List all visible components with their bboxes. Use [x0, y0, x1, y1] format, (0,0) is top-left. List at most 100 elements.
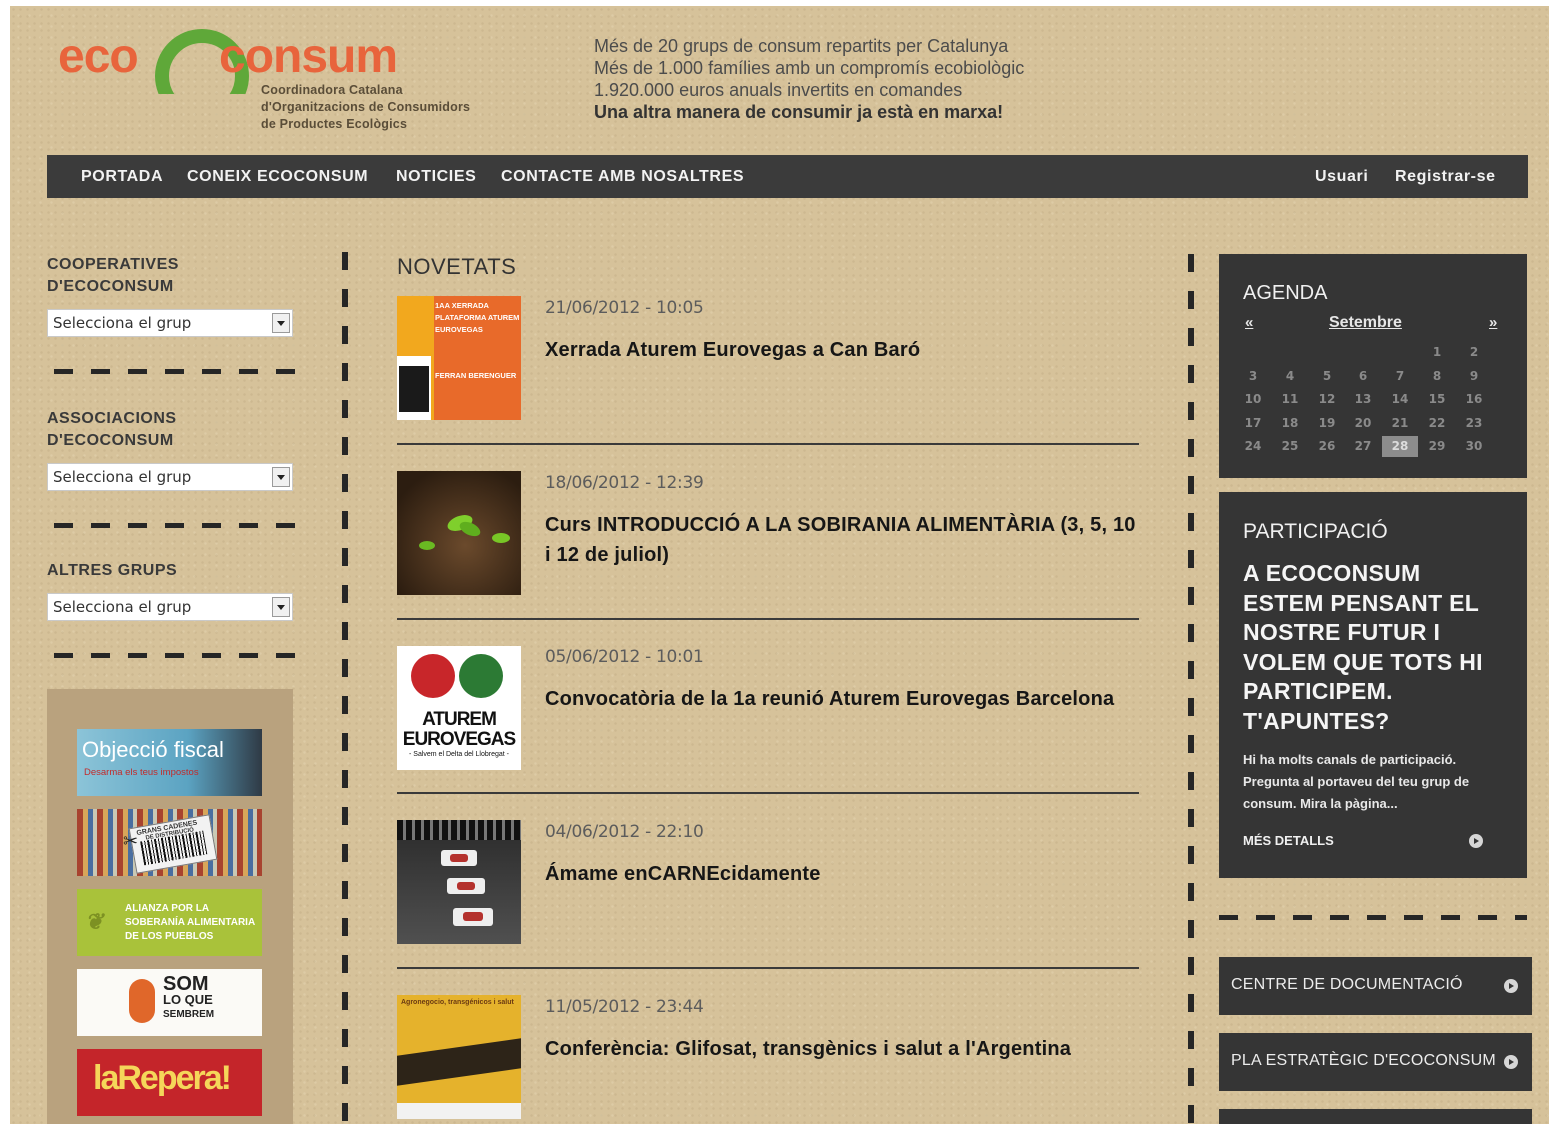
dashed-divider: [54, 653, 299, 658]
chevron-down-icon[interactable]: [272, 467, 290, 487]
calendar-next-month[interactable]: »: [1489, 314, 1497, 331]
calendar-day[interactable]: 27: [1345, 436, 1381, 457]
more-link-box[interactable]: [1219, 1109, 1532, 1124]
news-date: 05/06/2012 - 10:01: [545, 647, 704, 667]
dashed-divider: [54, 523, 299, 528]
calendar-day[interactable]: 21: [1382, 413, 1418, 434]
banner-som-lo-que-sembrem[interactable]: SOM LO QUE SEMBREM: [77, 969, 262, 1036]
calendar-month[interactable]: Setembre: [1329, 314, 1402, 332]
seed-icon: [129, 979, 155, 1023]
sidebar-heading-cooperatives: COOPERATIVES D'ECOCONSUM: [47, 254, 307, 298]
news-title[interactable]: Curs INTRODUCCIÓ A LA SOBIRANIA ALIMENTÀ…: [545, 510, 1145, 570]
nav-registrar[interactable]: Registrar-se: [1395, 168, 1496, 186]
tray: [453, 908, 493, 926]
calendar-day[interactable]: 14: [1382, 389, 1418, 410]
machine-rail: [397, 820, 521, 840]
banner-text: SOM LO QUE SEMBREM: [163, 973, 215, 1020]
news-separator: [397, 618, 1139, 620]
news-thumb-xerrada[interactable]: 1AA XERRADA PLATAFORMA ATUREM EUROVEGAS …: [397, 296, 521, 420]
calendar-day[interactable]: 8: [1419, 366, 1455, 387]
banner-alianza-soberania[interactable]: ❦ ALIANZA POR LA SOBERANÍA ALIMENTARIA D…: [77, 889, 262, 956]
link-label: PLA ESTRATÈGIC D'ECOCONSUM: [1231, 1052, 1496, 1069]
arrow-right-circle-icon: [1504, 979, 1518, 993]
centre-documentacio-link[interactable]: CENTRE DE DOCUMENTACIÓ: [1219, 957, 1532, 1015]
calendar-day[interactable]: 22: [1419, 413, 1455, 434]
heading-line: D'ECOCONSUM: [47, 432, 174, 449]
calendar-day[interactable]: 10: [1235, 389, 1271, 410]
news-thumb-glifosat[interactable]: Agronegocio, transgénicos i salut: [397, 995, 521, 1119]
news-title[interactable]: Xerrada Aturem Eurovegas a Can Baró: [545, 335, 1145, 365]
sprout-leaf: [457, 518, 483, 540]
calendar-day[interactable]: 6: [1345, 366, 1381, 387]
cooperatives-select[interactable]: Selecciona el grup: [47, 309, 293, 337]
poker-chip-icon: [411, 654, 455, 698]
calendar-day[interactable]: 29: [1419, 436, 1455, 457]
calendar-day[interactable]: 5: [1309, 366, 1345, 387]
scissors-icon: ✂: [123, 831, 139, 851]
calendar-day[interactable]: 12: [1309, 389, 1345, 410]
calendar-day[interactable]: 24: [1235, 436, 1271, 457]
tagline-3: 1.920.000 euros anuals invertits en coma…: [594, 80, 963, 100]
altres-grups-select[interactable]: Selecciona el grup: [47, 593, 293, 621]
logo-wordmark: eco consum: [58, 29, 398, 94]
nav-noticies[interactable]: NOTICIES: [396, 168, 476, 186]
calendar-prev-month[interactable]: «: [1245, 314, 1253, 331]
news-title[interactable]: Conferència: Glifosat, transgènics i sal…: [545, 1034, 1145, 1064]
select-value: Selecciona el grup: [53, 468, 192, 486]
sidebar-heading-altres: ALTRES GRUPS: [47, 560, 307, 582]
poker-chip-icon: [459, 654, 503, 698]
calendar-day[interactable]: 9: [1456, 366, 1492, 387]
banner-text: laRepera!: [93, 1059, 232, 1097]
nav-coneix-ecoconsum[interactable]: CONEIX ECOCONSUM: [187, 168, 368, 186]
calendar-day[interactable]: 30: [1456, 436, 1492, 457]
poster-text: Agronegocio, transgénicos i salut: [401, 999, 514, 1006]
banner-objeccio-fiscal[interactable]: Objecció fiscal Desarma els teus imposto…: [77, 729, 262, 796]
calendar-day[interactable]: 26: [1309, 436, 1345, 457]
logo-subtitle-3: de Productes Ecològics: [261, 117, 408, 131]
news-thumb-aturem[interactable]: ATUREM EUROVEGAS - Salvem el Delta del L…: [397, 646, 521, 770]
calendar-day[interactable]: 28: [1382, 436, 1418, 457]
nav-contacte[interactable]: CONTACTE AMB NOSALTRES: [501, 168, 744, 186]
participacio-title: PARTICIPACIÓ: [1243, 520, 1388, 543]
vertical-dashed-divider-left: [342, 252, 348, 1124]
calendar-day[interactable]: 23: [1456, 413, 1492, 434]
nav-portada[interactable]: PORTADA: [81, 168, 163, 186]
news-title[interactable]: Ámame enCARNEcidamente: [545, 859, 1145, 889]
banner-grans-cadenes[interactable]: GRANS CADENES DE DISTRIBUCIÓ ✂: [77, 809, 262, 876]
pla-estrategic-link[interactable]: PLA ESTRATÈGIC D'ECOCONSUM: [1219, 1033, 1532, 1091]
calendar-day[interactable]: 2: [1456, 342, 1492, 363]
chevron-down-icon[interactable]: [272, 313, 290, 333]
calendar-day[interactable]: 1: [1419, 342, 1455, 363]
banner-text: Objecció fiscal: [82, 737, 224, 762]
ecoconsum-logo[interactable]: eco consum Coordinadora Catalana d'Organ…: [54, 14, 494, 134]
calendar-day[interactable]: 20: [1345, 413, 1381, 434]
news-thumb-carne[interactable]: [397, 820, 521, 944]
chevron-down-icon[interactable]: [272, 597, 290, 617]
calendar-day[interactable]: 18: [1272, 413, 1308, 434]
calendar-day[interactable]: 11: [1272, 389, 1308, 410]
mes-detalls-link[interactable]: MÉS DETALLS: [1243, 833, 1334, 848]
calendar-day[interactable]: 3: [1235, 366, 1271, 387]
arrow-right-circle-icon: [1504, 1055, 1518, 1069]
heading-line: D'ECOCONSUM: [47, 278, 174, 295]
barcode-icon: GRANS CADENES DE DISTRIBUCIÓ: [128, 814, 218, 874]
nav-usuari[interactable]: Usuari: [1315, 168, 1368, 186]
news-separator: [397, 443, 1139, 445]
calendar-day[interactable]: 19: [1309, 413, 1345, 434]
calendar-day[interactable]: 7: [1382, 366, 1418, 387]
arrow-right-circle-icon[interactable]: [1469, 834, 1483, 848]
associacions-select[interactable]: Selecciona el grup: [47, 463, 293, 491]
calendar-day[interactable]: 16: [1456, 389, 1492, 410]
banner-text: ALIANZA POR LA SOBERANÍA ALIMENTARIA DE …: [125, 903, 256, 942]
calendar-day[interactable]: 15: [1419, 389, 1455, 410]
news-title[interactable]: Convocatòria de la 1a reunió Aturem Euro…: [545, 684, 1145, 714]
banner-la-repera[interactable]: laRepera!: [77, 1049, 262, 1116]
logo-subtitle-1: Coordinadora Catalana: [261, 83, 403, 97]
calendar-day[interactable]: 25: [1272, 436, 1308, 457]
news-thumb-sprouts[interactable]: [397, 471, 521, 595]
vertical-dashed-divider-right: [1188, 254, 1194, 1124]
participacio-body: Hi ha molts canals de participació. Preg…: [1243, 752, 1470, 811]
calendar-day[interactable]: 4: [1272, 366, 1308, 387]
calendar-day[interactable]: 13: [1345, 389, 1381, 410]
calendar-day[interactable]: 17: [1235, 413, 1271, 434]
